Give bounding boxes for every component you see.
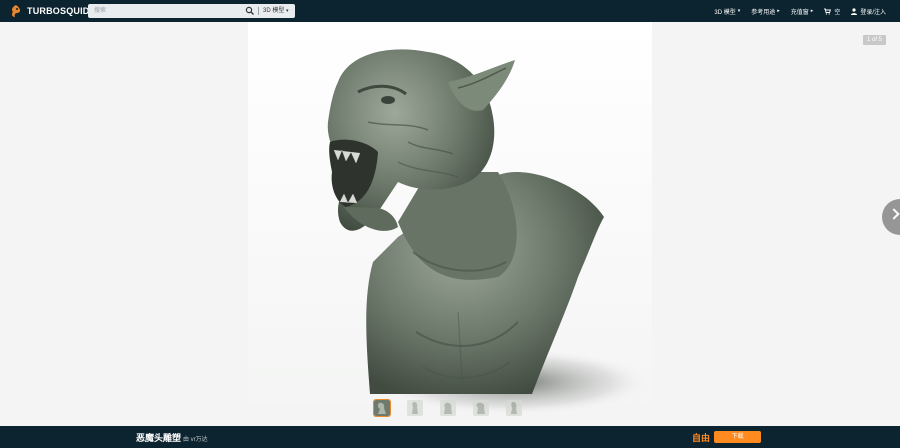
nav-item-label: 空: [834, 9, 841, 16]
product-title: 恶魔头雕塑: [136, 433, 182, 443]
search-category-label: 3D 模型: [263, 8, 285, 14]
download-button[interactable]: 下载: [714, 431, 761, 443]
logo-text: TURBOSQUID: [27, 6, 90, 16]
search-category-select[interactable]: 3D 模型 ▾: [263, 4, 289, 18]
image-counter: 1 of 5: [862, 35, 886, 45]
turbosquid-logo-icon: [11, 5, 21, 17]
thumbnail-bust-icon: [377, 402, 386, 414]
chevron-down-icon: ▾: [286, 8, 289, 14]
chevron-down-icon: ▾: [737, 8, 741, 14]
play-icon: ▸: [810, 8, 814, 14]
nav-item-label: 参考用途: [751, 9, 776, 16]
thumbnail-bust-icon: [511, 402, 517, 414]
thumbnail[interactable]: [373, 399, 391, 417]
nav-item-label: 3D 模型: [714, 9, 736, 16]
demon-bust-render: [248, 22, 652, 426]
thumbnail[interactable]: [407, 400, 423, 416]
nav-item-login[interactable]: 登录/注入: [851, 7, 886, 16]
nav-item-label: 登录/注入: [860, 9, 886, 16]
cart-icon: [824, 8, 832, 15]
next-image-button[interactable]: [882, 199, 900, 235]
thumbnail[interactable]: [506, 400, 522, 416]
thumbnail-bust-icon: [412, 402, 418, 414]
model-viewer: 1 of 5: [0, 22, 900, 426]
chevron-right-icon: [888, 208, 900, 220]
nav-menu: 3D 模型 ▾ 参考用途 ▸ 充值窗 ▸ 空 登录/注入: [703, 0, 886, 22]
thumbnail-bust-icon: [476, 402, 485, 414]
thumbnail-bust-icon: [444, 402, 452, 414]
search-bar: 3D 模型 ▾: [88, 4, 295, 18]
thumbnail[interactable]: [440, 400, 456, 416]
product-price: 自由: [692, 433, 711, 443]
search-divider: [258, 7, 259, 15]
product-bar: 恶魔头雕塑 由 vr万达 自由 下载: [0, 426, 900, 448]
search-icon[interactable]: [245, 6, 255, 16]
nav-item-recharge[interactable]: 充值窗 ▸: [791, 7, 814, 16]
nav-item-cart[interactable]: 空: [824, 7, 840, 16]
product-author[interactable]: 由 vr万达: [183, 434, 208, 443]
nav-item-reference[interactable]: 参考用途 ▸: [751, 7, 780, 16]
logo[interactable]: TURBOSQUID: [9, 0, 90, 22]
search-input[interactable]: [88, 4, 238, 18]
nav-item-3d-models[interactable]: 3D 模型 ▾: [714, 7, 740, 16]
user-icon: [851, 7, 858, 15]
play-icon: ▸: [777, 8, 780, 14]
model-image[interactable]: [248, 22, 652, 426]
thumbnail-strip: [373, 399, 539, 417]
nav-item-label: 充值窗: [790, 9, 809, 16]
thumbnail[interactable]: [473, 400, 489, 416]
top-nav: TURBOSQUID 3D 模型 ▾ 3D 模型 ▾ 参考用途 ▸ 充值窗 ▸: [0, 0, 900, 22]
